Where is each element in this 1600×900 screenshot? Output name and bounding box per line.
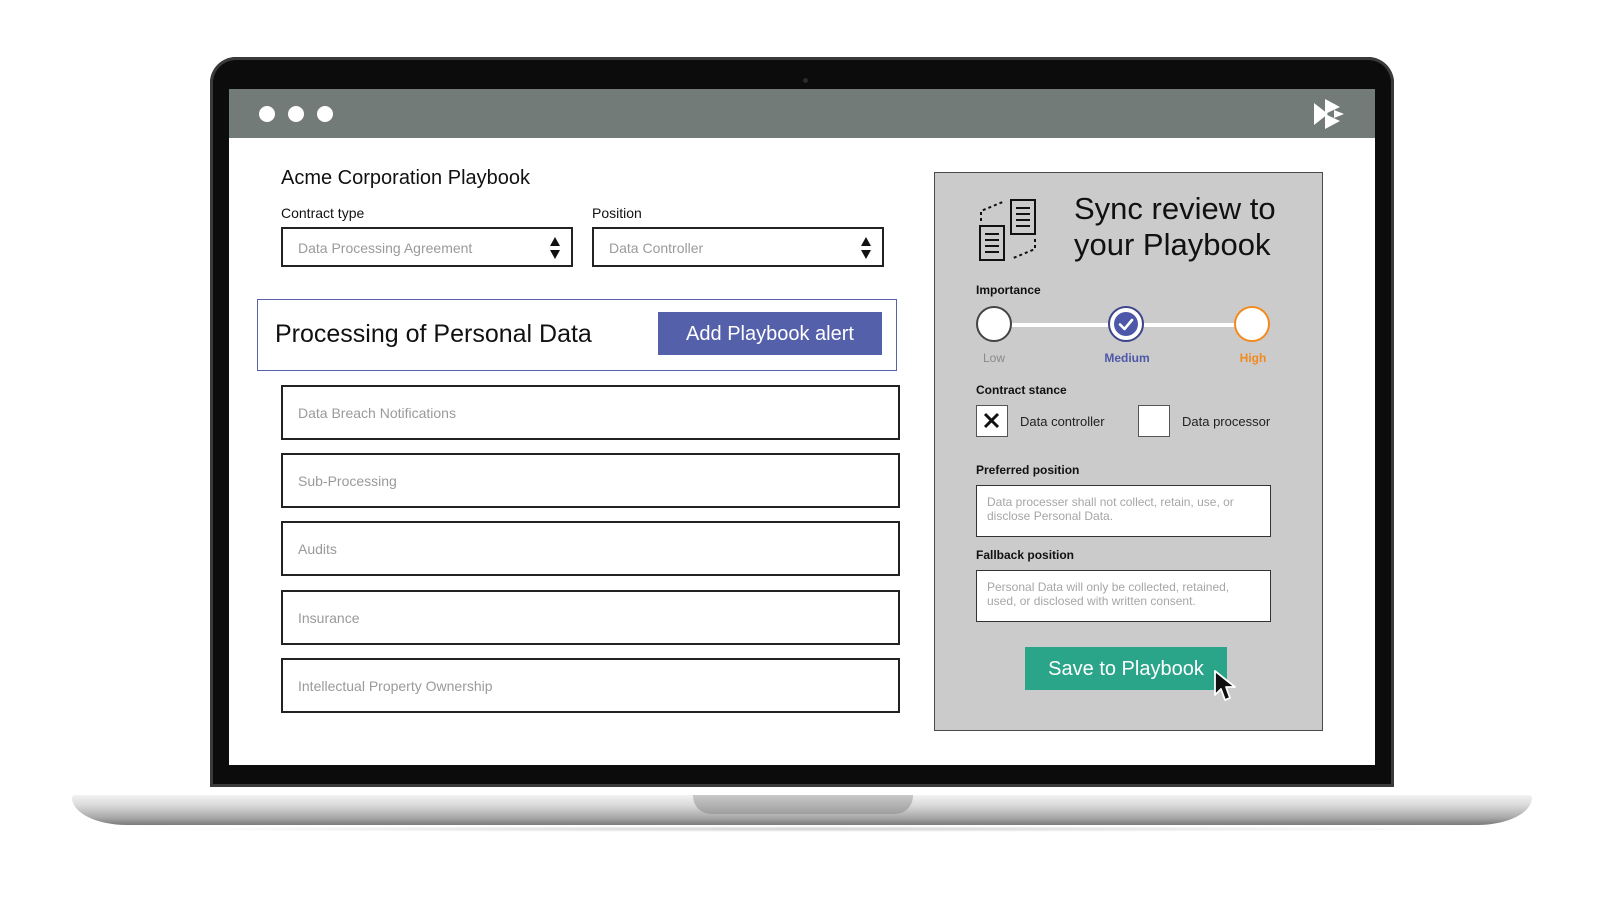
contract-type-value: Data Processing Agreement xyxy=(298,240,473,256)
position-label: Position xyxy=(592,205,642,221)
window-maximize-dot[interactable] xyxy=(317,106,333,122)
sync-panel-title: Sync review to your Playbook xyxy=(1074,191,1276,262)
clause-label: Data Breach Notifications xyxy=(298,405,456,421)
importance-medium-label: Medium xyxy=(1104,351,1150,365)
clause-field[interactable]: Data Breach Notifications xyxy=(281,385,900,440)
window-close-dot[interactable] xyxy=(259,106,275,122)
importance-low-option[interactable] xyxy=(976,306,1012,342)
sync-review-panel: Sync review to your Playbook Importance … xyxy=(934,172,1323,731)
window-minimize-dot[interactable] xyxy=(288,106,304,122)
position-select[interactable]: Data Controller xyxy=(592,227,884,267)
section-title: Processing of Personal Data xyxy=(275,320,592,348)
laptop-notch xyxy=(693,795,913,814)
document-sync-icon xyxy=(979,199,1036,261)
preferred-position-label: Preferred position xyxy=(976,463,1080,477)
laptop-shadow xyxy=(120,826,1500,832)
position-value: Data Controller xyxy=(609,240,704,256)
clause-field[interactable]: Audits xyxy=(281,521,900,576)
check-icon xyxy=(1118,318,1134,331)
clause-label: Insurance xyxy=(298,610,360,626)
add-playbook-alert-button[interactable]: Add Playbook alert xyxy=(658,312,882,355)
selected-knob xyxy=(1114,312,1138,336)
select-arrows-icon xyxy=(550,237,560,259)
contract-type-select[interactable]: Data Processing Agreement xyxy=(281,227,573,267)
importance-high-label: High xyxy=(1239,351,1267,365)
clause-label: Audits xyxy=(298,541,337,557)
mouse-pointer-icon xyxy=(1214,670,1236,701)
importance-label: Importance xyxy=(976,283,1041,297)
select-arrows-icon xyxy=(861,237,871,259)
data-processor-checkbox[interactable] xyxy=(1138,405,1170,437)
clause-label: Intellectual Property Ownership xyxy=(298,678,493,694)
clause-label: Sub-Processing xyxy=(298,473,397,489)
importance-low-label: Low xyxy=(982,351,1005,365)
contract-type-label: Contract type xyxy=(281,205,365,221)
brand-logo-icon xyxy=(1314,99,1344,129)
fallback-position-input[interactable]: Personal Data will only be collected, re… xyxy=(976,570,1271,622)
x-mark-icon xyxy=(983,412,1000,429)
contract-stance-label: Contract stance xyxy=(976,383,1067,397)
app-window: Acme Corporation Playbook Contract type … xyxy=(229,89,1375,765)
importance-medium-option[interactable] xyxy=(1108,306,1144,342)
data-processor-label: Data processor xyxy=(1182,414,1271,429)
webcam xyxy=(803,78,808,83)
section-header: Processing of Personal Data Add Playbook… xyxy=(257,299,897,371)
data-controller-label: Data controller xyxy=(1020,414,1105,429)
playbook-title: Acme Corporation Playbook xyxy=(281,167,531,189)
data-controller-checkbox[interactable] xyxy=(976,405,1008,437)
clause-field[interactable]: Insurance xyxy=(281,590,900,645)
importance-high-option[interactable] xyxy=(1234,306,1270,342)
clause-field[interactable]: Sub-Processing xyxy=(281,453,900,508)
save-to-playbook-button[interactable]: Save to Playbook xyxy=(1025,647,1227,690)
fallback-position-label: Fallback position xyxy=(976,548,1075,562)
preferred-position-input[interactable]: Data processer shall not collect, retain… xyxy=(976,485,1271,537)
clause-field[interactable]: Intellectual Property Ownership xyxy=(281,658,900,713)
window-titlebar xyxy=(229,89,1375,138)
